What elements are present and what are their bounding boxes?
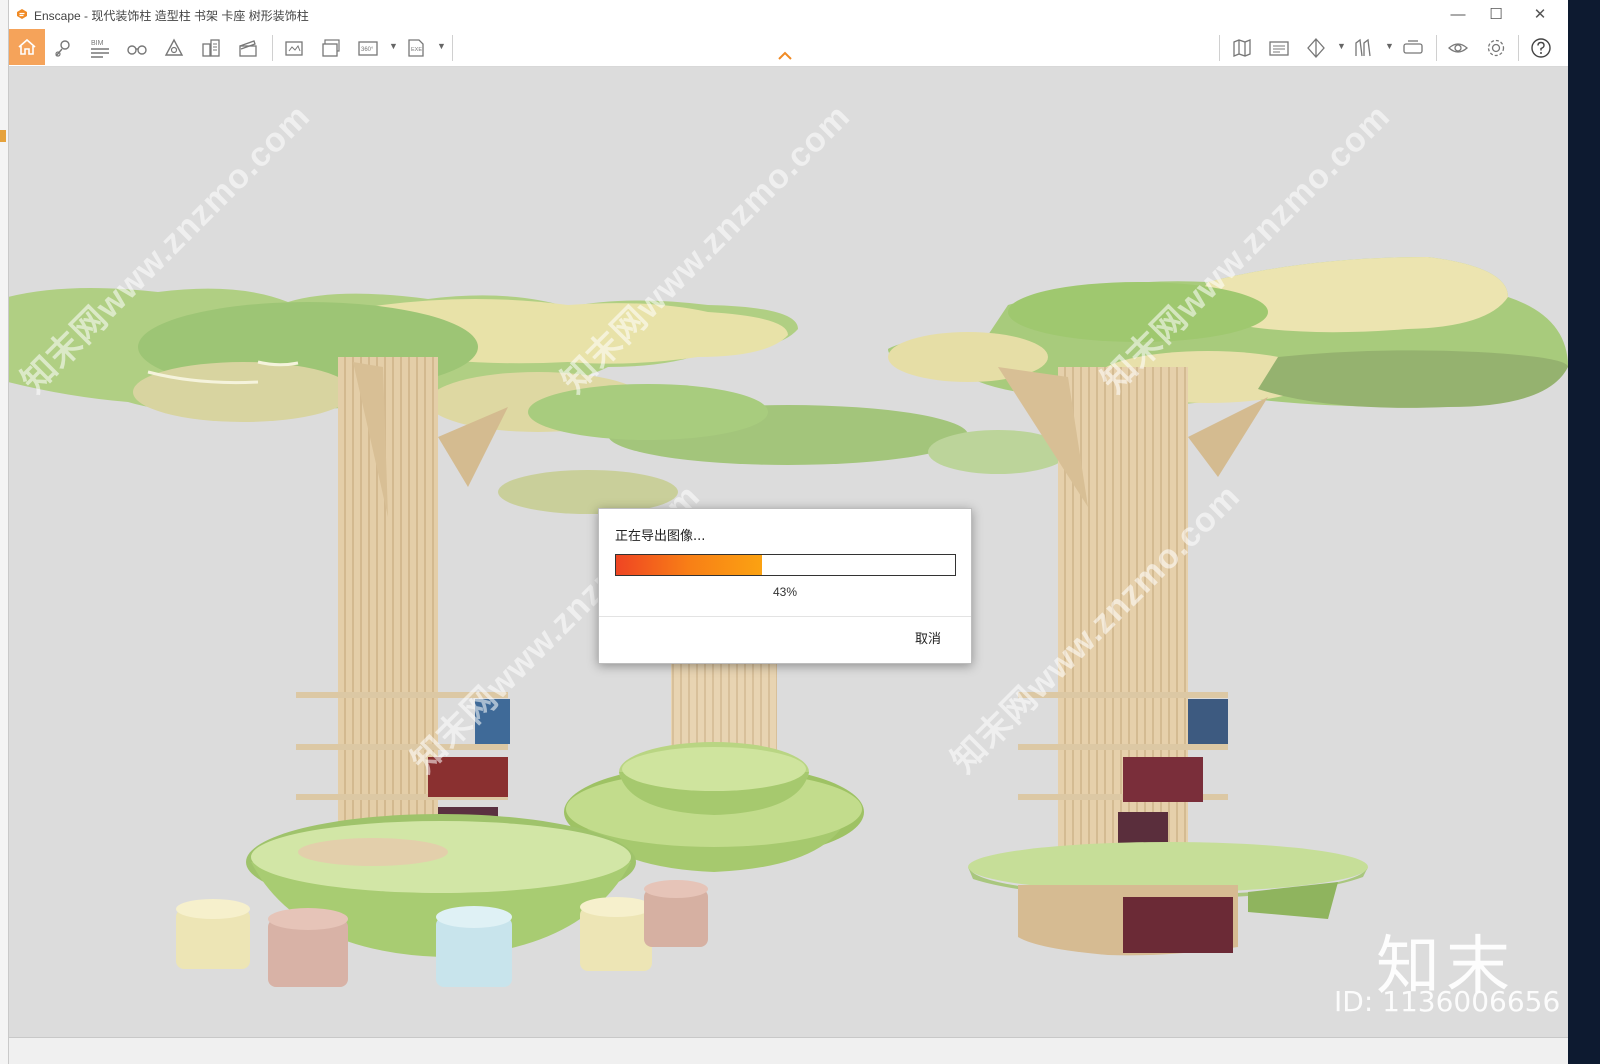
panorama-360-icon: 360° xyxy=(358,41,378,56)
asset-id-watermark: ID: 1136006656 xyxy=(1334,985,1561,1018)
exe-export-button[interactable]: EXE xyxy=(401,33,431,63)
collaborate-icon xyxy=(1355,38,1371,57)
batch-render-icon xyxy=(322,39,340,57)
bim-text: BIM xyxy=(91,40,104,47)
toolbar-separator xyxy=(1219,35,1220,61)
location-pin-icon xyxy=(55,40,70,57)
export-progress-dialog: 正在导出图像... 43% 取消 xyxy=(598,508,972,664)
render-viewport[interactable]: 知末网www.znzmo.com 知末网www.znzmo.com 知末网www… xyxy=(8,67,1568,1037)
binoculars-icon xyxy=(127,45,147,55)
collaborate-dropdown-caret[interactable]: ▼ xyxy=(1385,41,1394,51)
views-button[interactable] xyxy=(1301,33,1331,63)
map-button[interactable] xyxy=(1227,33,1257,63)
status-bar xyxy=(8,1037,1568,1064)
visual-settings-button[interactable] xyxy=(1264,33,1294,63)
desktop-background xyxy=(1568,0,1600,1064)
binoculars-button[interactable] xyxy=(122,33,152,63)
toolbar-separator xyxy=(1518,35,1519,61)
bim-button[interactable]: BIM xyxy=(85,33,115,63)
cancel-button[interactable]: 取消 xyxy=(901,629,955,651)
svg-text:360°: 360° xyxy=(361,47,374,53)
home-icon xyxy=(18,38,36,55)
help-button[interactable] xyxy=(1526,33,1556,63)
progress-percentage: 43% xyxy=(772,585,798,599)
buildings-button[interactable] xyxy=(196,33,226,63)
collapse-toolbar-icon[interactable] xyxy=(776,50,794,62)
progress-bar-fill xyxy=(616,555,762,575)
panorama-dropdown-caret[interactable]: ▼ xyxy=(389,41,398,51)
enscape-window: Enscape - 现代装饰柱 造型柱 书架 卡座 树形装饰柱 — ☐ ✕ BI… xyxy=(8,0,1568,1064)
right-tree-column xyxy=(888,257,1568,956)
dialog-divider xyxy=(599,616,971,617)
maximize-button[interactable]: ☐ xyxy=(1482,4,1510,26)
location-button[interactable] xyxy=(48,33,78,63)
enscape-logo-icon xyxy=(17,9,27,19)
screenshot-button[interactable] xyxy=(279,33,309,63)
minimize-button[interactable]: — xyxy=(1444,4,1472,26)
toolbar-separator xyxy=(272,35,273,61)
visual-settings-icon xyxy=(1269,41,1289,56)
vr-button[interactable] xyxy=(1398,33,1428,63)
toolbar-separator xyxy=(452,35,453,61)
background-window-tab xyxy=(0,130,6,142)
views-dropdown-caret[interactable]: ▼ xyxy=(1337,41,1346,51)
gear-icon xyxy=(1487,39,1505,57)
asset-library-icon xyxy=(164,38,184,56)
buildings-icon xyxy=(202,39,220,57)
panorama-button[interactable]: 360° xyxy=(353,33,383,63)
eye-icon xyxy=(1448,43,1468,53)
visibility-button[interactable] xyxy=(1443,33,1473,63)
dialog-title: 正在导出图像... xyxy=(615,529,706,544)
vr-headset-icon xyxy=(1403,40,1423,54)
batch-render-button[interactable] xyxy=(316,33,346,63)
clapper-icon xyxy=(239,40,257,57)
export-dropdown-caret[interactable]: ▼ xyxy=(437,41,446,51)
svg-text:EXE: EXE xyxy=(411,47,422,53)
settings-button[interactable] xyxy=(1481,33,1511,63)
progress-bar xyxy=(615,554,956,576)
collaborate-button[interactable] xyxy=(1349,33,1379,63)
screenshot-icon xyxy=(285,41,303,56)
home-button[interactable] xyxy=(9,29,45,65)
exe-export-icon: EXE xyxy=(408,39,424,57)
asset-library-button[interactable] xyxy=(159,33,189,63)
help-icon xyxy=(1531,38,1551,58)
bim-icon: BIM xyxy=(91,40,109,58)
views-icon xyxy=(1307,38,1325,58)
map-icon xyxy=(1233,39,1251,57)
toolbar-separator xyxy=(1436,35,1437,61)
background-window-edge xyxy=(0,0,9,1064)
title-bar[interactable]: Enscape - 现代装饰柱 造型柱 书架 卡座 树形装饰柱 — ☐ ✕ xyxy=(8,0,1568,29)
video-editor-button[interactable] xyxy=(233,33,263,63)
window-title: Enscape - 现代装饰柱 造型柱 书架 卡座 树形装饰柱 xyxy=(34,9,309,23)
close-button[interactable]: ✕ xyxy=(1526,4,1554,26)
